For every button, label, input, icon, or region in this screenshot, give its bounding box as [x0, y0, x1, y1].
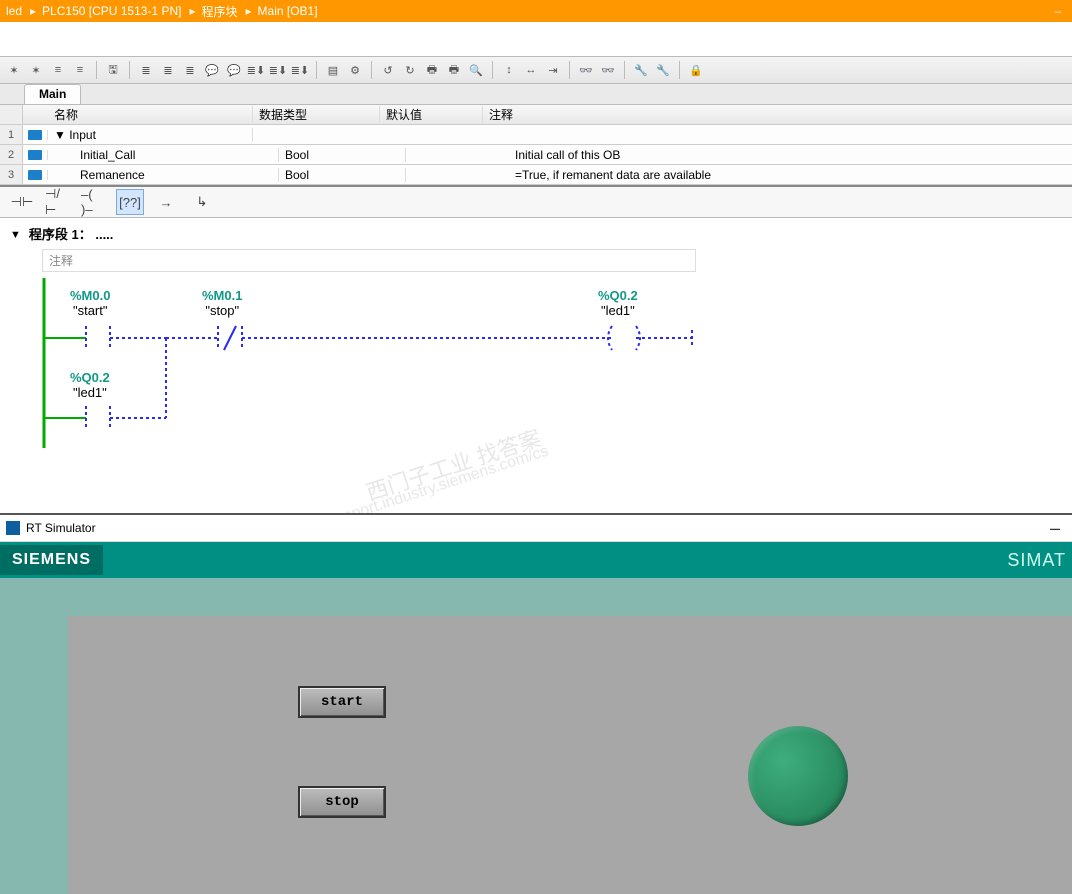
minimize-button[interactable]: –	[1038, 518, 1072, 539]
lad-no-contact[interactable]: ⊣⊢	[8, 189, 36, 215]
ribbon-placeholder	[0, 22, 1072, 57]
io-icon	[28, 150, 42, 160]
tool-btn[interactable]: ≣	[136, 60, 156, 80]
network-header[interactable]: 程序段 1： .....	[0, 222, 1072, 245]
tool-btn[interactable]: ↻	[400, 60, 420, 80]
lad-coil[interactable]: –( )–	[80, 189, 108, 215]
tool-btn[interactable]: ✶	[4, 60, 24, 80]
tool-btn[interactable]: ⇥	[543, 60, 563, 80]
tool-btn[interactable]: 🔍	[466, 60, 486, 80]
tool-btn[interactable]: 👓	[576, 60, 596, 80]
col-default-header[interactable]: 默认值	[380, 106, 483, 123]
sim-titlebar: RT Simulator –	[0, 515, 1072, 542]
tab-main[interactable]: Main	[24, 84, 81, 104]
hmi-led-indicator	[748, 726, 848, 826]
tool-btn[interactable]: ≣	[180, 60, 200, 80]
tool-btn[interactable]: ≣⬇	[268, 60, 288, 80]
breadcrumb: led PLC150 [CPU 1513-1 PN] 程序块 Main [OB1…	[0, 0, 1072, 22]
tool-btn[interactable]: 🔒	[686, 60, 706, 80]
tool-btn[interactable]: 💬	[202, 60, 222, 80]
table-row[interactable]: 3 Remanence Bool =True, if remanent data…	[0, 165, 1072, 185]
tool-btn[interactable]: 🖫	[103, 60, 123, 80]
tool-btn[interactable]: ⚙	[345, 60, 365, 80]
ladder-diagram[interactable]: %M0.0"start" %M0.1"stop" %Q0.2"led1" %Q0…	[42, 278, 1072, 498]
hmi-screen: start stop	[68, 616, 1072, 894]
io-icon	[28, 130, 42, 140]
tool-btn[interactable]: ↕	[499, 60, 519, 80]
tool-btn[interactable]: 💬	[224, 60, 244, 80]
hmi-stop-button[interactable]: stop	[298, 786, 386, 818]
tool-btn[interactable]: 👓	[598, 60, 618, 80]
table-row[interactable]: 2 Initial_Call Bool Initial call of this…	[0, 145, 1072, 165]
table-row[interactable]: 1 ▼ Input	[0, 125, 1072, 145]
variable-table: 名称 数据类型 默认值 注释 1 ▼ Input 2 Initial_Call …	[0, 105, 1072, 187]
lad-empty-box[interactable]: [??]	[116, 189, 144, 215]
tool-btn[interactable]: 🖶	[444, 60, 464, 80]
tool-btn[interactable]: ✶	[26, 60, 46, 80]
ladder-toolbar: ⊣⊢ ⊣/⊢ –( )– [??] → ↳	[0, 187, 1072, 218]
app-icon	[6, 521, 20, 535]
tool-btn[interactable]: 🔧	[631, 60, 651, 80]
tool-btn[interactable]: ≡	[70, 60, 90, 80]
tool-btn[interactable]: 🔧	[653, 60, 673, 80]
minimize-icon[interactable]: –	[1050, 4, 1066, 18]
editor-toolbar: ✶ ✶ ≡ ≡ 🖫 ≣ ≣ ≣ 💬 💬 ≣⬇ ≣⬇ ≣⬇ ▤ ⚙ ↺ ↻ 🖶 🖶…	[0, 57, 1072, 84]
io-icon	[28, 170, 42, 180]
sim-title-text: RT Simulator	[26, 521, 96, 535]
tool-btn[interactable]: ▤	[323, 60, 343, 80]
col-type-header[interactable]: 数据类型	[253, 106, 380, 123]
network-comment[interactable]: 注释	[42, 249, 696, 272]
lad-branch-open[interactable]: →	[152, 189, 180, 215]
tool-btn[interactable]: ≡	[48, 60, 68, 80]
lad-branch-close[interactable]: ↳	[188, 189, 216, 215]
col-comment-header[interactable]: 注释	[483, 106, 1072, 123]
tool-btn[interactable]: ↺	[378, 60, 398, 80]
hmi-start-button[interactable]: start	[298, 686, 386, 718]
lad-nc-contact[interactable]: ⊣/⊢	[44, 189, 72, 215]
tool-btn[interactable]: ↔	[521, 60, 541, 80]
col-name-header[interactable]: 名称	[48, 106, 253, 123]
hmi-brand-bar: SIEMENS SIMAT	[0, 542, 1072, 578]
tool-btn[interactable]: 🖶	[422, 60, 442, 80]
tool-btn[interactable]: ≣⬇	[246, 60, 266, 80]
tab-row: Main	[0, 84, 1072, 105]
tool-btn[interactable]: ≣	[158, 60, 178, 80]
tool-btn[interactable]: ≣⬇	[290, 60, 310, 80]
